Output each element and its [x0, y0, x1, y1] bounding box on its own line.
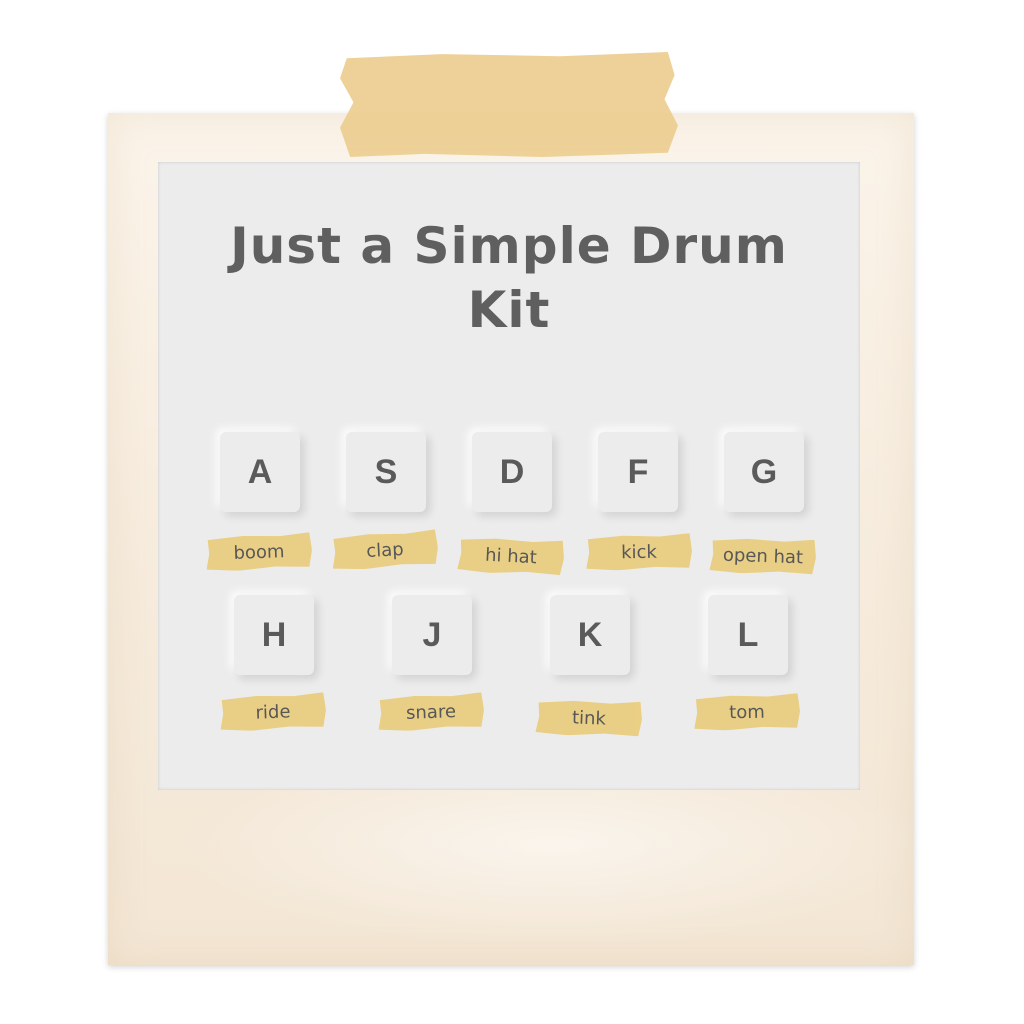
title-line-2: Kit: [467, 281, 551, 339]
drum-key-s[interactable]: S: [346, 432, 426, 512]
sound-label-tink: tink: [535, 698, 642, 738]
sound-label-ride: ride: [219, 692, 326, 732]
drum-key-h[interactable]: H: [234, 595, 314, 675]
sound-label-boom: boom: [205, 532, 312, 572]
sound-label-hi-hat: hi hat: [457, 535, 565, 576]
drum-kit-app: Just a Simple Drum Kit A boom S clap D h…: [158, 162, 860, 790]
sound-label-open-hat: open hat: [709, 536, 816, 576]
sound-label-kick: kick: [586, 533, 693, 571]
drum-key-g[interactable]: G: [724, 432, 804, 512]
page-title: Just a Simple Drum Kit: [158, 214, 860, 342]
sound-label-tom: tom: [694, 693, 801, 731]
title-line-1: Just a Simple Drum: [230, 217, 788, 275]
drum-key-l[interactable]: L: [708, 595, 788, 675]
drum-key-f[interactable]: F: [598, 432, 678, 512]
drum-key-d[interactable]: D: [472, 432, 552, 512]
stage: Just a Simple Drum Kit A boom S clap D h…: [0, 0, 1024, 1024]
drum-key-j[interactable]: J: [392, 595, 472, 675]
drum-key-a[interactable]: A: [220, 432, 300, 512]
sound-label-clap: clap: [331, 529, 439, 570]
top-tape-decoration: [340, 52, 678, 157]
drum-key-k[interactable]: K: [550, 595, 630, 675]
sound-label-snare: snare: [377, 692, 484, 732]
